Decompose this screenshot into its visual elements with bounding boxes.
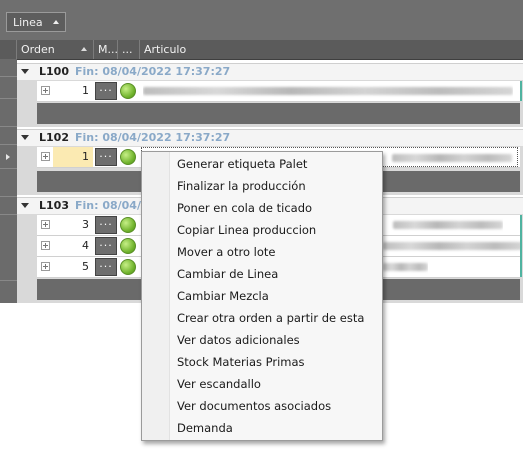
menu-item-mover-a-otro-lote[interactable]: Mover a otro lote [177,241,275,263]
column-header-orden-label: Orden [21,43,55,56]
status-green-icon [120,259,136,275]
order-number: 4 [82,239,89,252]
row-indicator[interactable] [0,197,17,215]
status-green-icon [120,217,136,233]
row-options-button[interactable]: ··· [95,82,117,100]
order-number: 3 [82,218,89,231]
menu-item-ver-datos-adicionales[interactable]: Ver datos adicionales [177,329,300,351]
group-title: L102 Fin: 08/04/2022 17:37:27 [21,131,230,144]
status-green-icon [120,83,136,99]
menu-item-cambiar-mezcla[interactable]: Cambiar Mezcla [177,285,269,307]
current-row-arrow-icon [6,154,10,160]
expand-plus-icon[interactable] [41,262,50,271]
row-indicator-selected[interactable] [0,145,17,169]
redacted-text [392,154,512,162]
group-by-linea-chip[interactable]: Linea [6,12,66,32]
menu-item-finalizar-produccion[interactable]: Finalizar la producción [177,175,306,197]
row-indicator[interactable] [0,77,17,99]
group-id: L103 [39,199,69,212]
sort-ascending-icon [52,20,59,24]
expand-plus-icon[interactable] [41,152,50,161]
menu-item-cambiar-de-linea[interactable]: Cambiar de Linea [177,263,278,285]
order-number: 5 [82,260,89,273]
redacted-text [393,221,503,229]
row-accent-bar [520,215,522,277]
status-green-icon [120,238,136,254]
order-row[interactable]: 1 ··· [37,81,520,102]
menu-item-ver-escandallo[interactable]: Ver escandallo [177,373,261,395]
expand-plus-icon[interactable] [41,220,50,229]
menu-item-copiar-linea[interactable]: Copiar Linea produccion [177,219,316,241]
expand-plus-icon[interactable] [41,241,50,250]
column-header-orden[interactable]: Orden [17,40,94,59]
chevron-down-icon[interactable] [21,135,29,140]
grid-header: Orden M... ... Articulo [0,40,523,60]
menu-item-stock-materias-primas[interactable]: Stock Materias Primas [177,351,305,373]
context-menu: Generar etiqueta Palet Finalizar la prod… [141,151,383,441]
menu-item-ver-documentos[interactable]: Ver documentos asociados [177,395,331,417]
chevron-down-icon[interactable] [21,69,29,74]
row-accent-bar [520,81,522,101]
row-indicator-column [0,59,17,303]
menu-item-demanda[interactable]: Demanda [177,417,233,439]
detail-footer-bar [37,103,520,124]
menu-item-crear-otra-orden[interactable]: Crear otra orden a partir de esta [177,307,364,329]
group-row-l102[interactable]: L102 Fin: 08/04/2022 17:37:27 [17,129,523,147]
column-header-articulo-label: Articulo [144,43,187,56]
articulo-cell [143,81,513,101]
row-indicator[interactable] [0,127,17,145]
chevron-down-icon[interactable] [21,203,29,208]
header-indicator [0,40,17,59]
row-options-button[interactable]: ··· [95,216,117,234]
group-panel: Linea [0,0,523,41]
row-indicator[interactable] [0,99,17,127]
row-indicator[interactable] [0,215,17,281]
redacted-text [143,87,513,95]
menu-icon-gutter [142,152,170,440]
group-title: L100 Fin: 08/04/2022 17:37:27 [21,65,230,78]
order-number: 1 [82,84,89,97]
status-green-icon [120,149,136,165]
menu-item-generar-etiqueta-palet[interactable]: Generar etiqueta Palet [177,153,307,175]
column-header-m[interactable]: M... [94,40,118,59]
sort-ascending-icon [81,47,87,51]
menu-item-poner-en-cola[interactable]: Poner en cola de ticado [177,197,312,219]
row-indicator[interactable] [0,281,17,303]
row-options-button[interactable]: ··· [95,237,117,255]
row-options-button[interactable]: ··· [95,258,117,276]
expand-plus-icon[interactable] [41,86,50,95]
column-header-status-label: ... [122,43,133,56]
group-fin-date: Fin: 08/04/2022 17:37:27 [74,65,231,78]
row-indicator[interactable] [0,169,17,197]
column-header-m-label: M... [98,43,118,56]
group-id: L102 [39,131,69,144]
row-options-button[interactable]: ··· [95,148,117,166]
order-number: 1 [53,147,93,167]
column-header-status[interactable]: ... [118,40,140,59]
redacted-text [383,242,523,250]
group-row-l100[interactable]: L100 Fin: 08/04/2022 17:37:27 [17,63,523,81]
group-fin-date: Fin: 08/04/2022 17:37:27 [74,131,231,144]
group-chip-label: Linea [13,15,43,29]
column-header-articulo[interactable]: Articulo [140,40,523,59]
group-id: L100 [39,65,69,78]
row-indicator[interactable] [0,59,17,77]
redacted-text [383,263,428,271]
